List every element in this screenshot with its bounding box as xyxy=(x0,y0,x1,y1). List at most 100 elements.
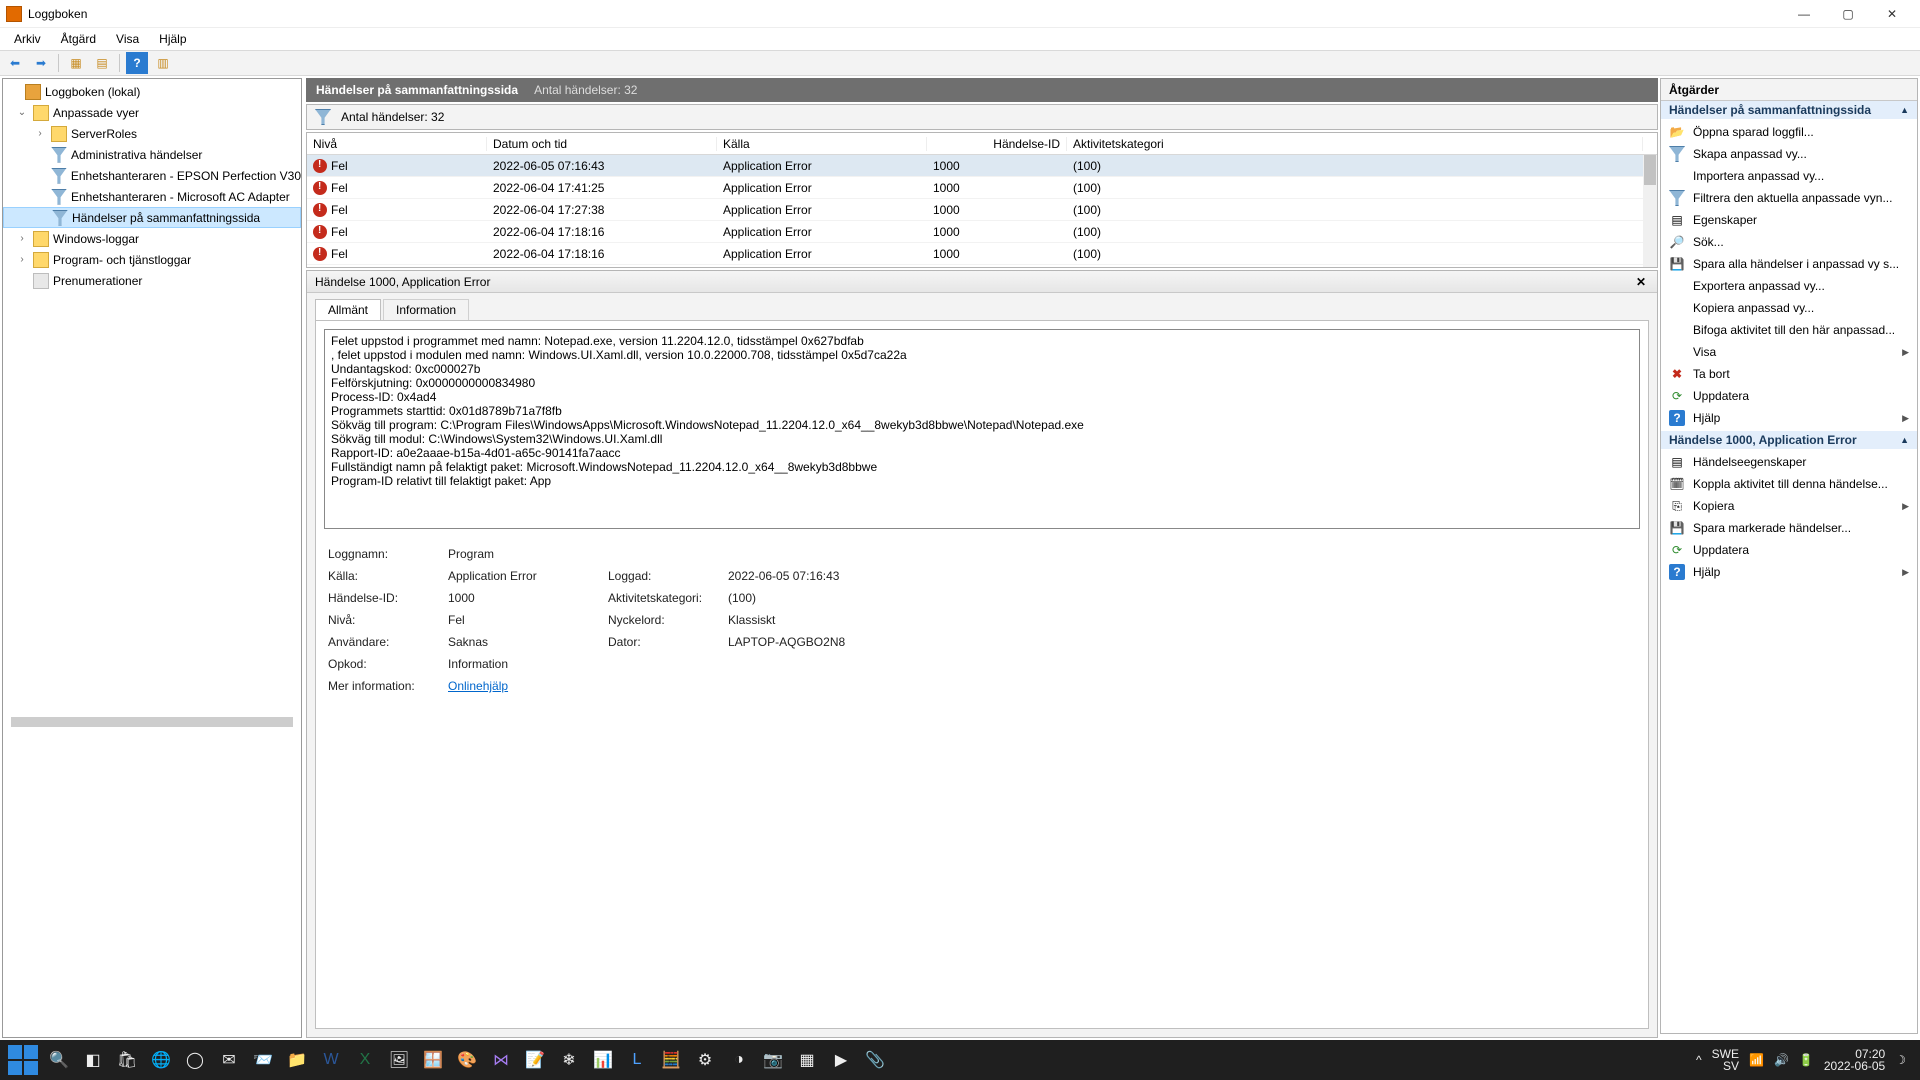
event-row[interactable]: Fel2022-06-04 17:18:16Application Error1… xyxy=(307,221,1657,243)
taskbar-mail-icon[interactable]: ✉ xyxy=(214,1045,244,1075)
tray-wifi-icon[interactable]: 📶 xyxy=(1749,1053,1764,1067)
window-title: Loggboken xyxy=(28,7,87,21)
taskbar-app-icon[interactable]: ◑ xyxy=(724,1045,754,1075)
action-save-selected[interactable]: 💾Spara markerade händelser... xyxy=(1661,517,1917,539)
action-help2[interactable]: ?Hjälp▶ xyxy=(1661,561,1917,583)
taskbar-outlook-icon[interactable]: 📨 xyxy=(248,1045,278,1075)
taskbar-chrome-icon[interactable]: ◯ xyxy=(180,1045,210,1075)
event-row[interactable]: Fel2022-06-04 17:18:16Application Error1… xyxy=(307,243,1657,265)
minimize-button[interactable]: — xyxy=(1782,0,1826,28)
taskbar-app-icon[interactable]: 📊 xyxy=(588,1045,618,1075)
taskbar-camera-icon[interactable]: 📷 xyxy=(758,1045,788,1075)
taskbar-edge-icon[interactable]: 🌐 xyxy=(146,1045,176,1075)
online-help-link[interactable]: Onlinehjälp xyxy=(448,679,508,693)
start-button[interactable] xyxy=(8,1045,38,1075)
action-attach-task[interactable]: Bifoga aktivitet till den här anpassad..… xyxy=(1661,319,1917,341)
grid-scroll-thumb[interactable] xyxy=(1644,155,1656,185)
tile-icon[interactable]: ▥ xyxy=(152,52,174,74)
tree-windows-logs[interactable]: › Windows-loggar xyxy=(3,228,301,249)
filter-icon[interactable] xyxy=(315,109,331,125)
cell-date: 2022-06-04 17:18:16 xyxy=(487,247,717,261)
help-icon[interactable]: ? xyxy=(126,52,148,74)
tray-battery-icon[interactable]: 🔋 xyxy=(1799,1053,1814,1067)
nav-forward-button[interactable]: ➡ xyxy=(30,52,52,74)
action-delete[interactable]: ✖Ta bort xyxy=(1661,363,1917,385)
tree-app-logs[interactable]: › Program- och tjänstloggar xyxy=(3,249,301,270)
action-import-custom-view[interactable]: Importera anpassad vy... xyxy=(1661,165,1917,187)
col-date[interactable]: Datum och tid xyxy=(487,137,717,151)
grid-scrollbar[interactable] xyxy=(1643,155,1657,267)
action-filter-current[interactable]: Filtrera den aktuella anpassade vyn... xyxy=(1661,187,1917,209)
tray-volume-icon[interactable]: 🔊 xyxy=(1774,1053,1789,1067)
event-row[interactable]: Fel2022-06-04 17:41:25Application Error1… xyxy=(307,177,1657,199)
action-refresh2[interactable]: ⟳Uppdatera xyxy=(1661,539,1917,561)
col-source[interactable]: Källa xyxy=(717,137,927,151)
action-export-custom[interactable]: Exportera anpassad vy... xyxy=(1661,275,1917,297)
action-properties[interactable]: ▤Egenskaper xyxy=(1661,209,1917,231)
taskbar-settings-icon[interactable]: ⚙ xyxy=(690,1045,720,1075)
action-create-custom-view[interactable]: Skapa anpassad vy... xyxy=(1661,143,1917,165)
menu-arkiv[interactable]: Arkiv xyxy=(4,30,51,48)
tray-date[interactable]: 2022-06-05 xyxy=(1824,1060,1885,1072)
actions-group1-header[interactable]: Händelser på sammanfattningssida ▲ xyxy=(1661,101,1917,119)
taskbar-word-icon[interactable]: W xyxy=(316,1045,346,1075)
tree-subscriptions[interactable]: Prenumerationer xyxy=(3,270,301,291)
col-event-id[interactable]: Händelse-ID xyxy=(927,137,1067,151)
taskbar-notepad-icon[interactable]: 📝 xyxy=(520,1045,550,1075)
tree-custom-views[interactable]: ⌄ Anpassade vyer xyxy=(3,102,301,123)
taskbar-store-icon[interactable]: 🛍 xyxy=(112,1045,142,1075)
col-level[interactable]: Nivå xyxy=(307,137,487,151)
action-copy-custom[interactable]: Kopiera anpassad vy... xyxy=(1661,297,1917,319)
tree-devmgr-epson[interactable]: Enhetshanteraren - EPSON Perfection V30 xyxy=(3,165,301,186)
tree-devmgr-ac[interactable]: Enhetshanteraren - Microsoft AC Adapter xyxy=(3,186,301,207)
action-help[interactable]: ?Hjälp▶ xyxy=(1661,407,1917,429)
taskbar-app-icon[interactable]: ❄ xyxy=(554,1045,584,1075)
taskbar-search-icon[interactable]: 🔍 xyxy=(44,1045,74,1075)
maximize-button[interactable]: ▢ xyxy=(1826,0,1870,28)
menu-atgard[interactable]: Åtgärd xyxy=(51,30,106,48)
preview-pane-icon[interactable]: ▦ xyxy=(65,52,87,74)
action-view[interactable]: Visa▶ xyxy=(1661,341,1917,363)
action-find[interactable]: 🔎Sök... xyxy=(1661,231,1917,253)
tree-horizontal-scrollbar[interactable] xyxy=(11,717,293,727)
taskbar-excel-icon[interactable]: X xyxy=(350,1045,380,1075)
taskbar-vs-icon[interactable]: ⋈ xyxy=(486,1045,516,1075)
taskbar-app-icon[interactable]: 📎 xyxy=(860,1045,890,1075)
tree-admin-events[interactable]: Administrativa händelser xyxy=(3,144,301,165)
action-refresh[interactable]: ⟳Uppdatera xyxy=(1661,385,1917,407)
tree-summary-events[interactable]: Händelser på sammanfattningssida xyxy=(3,207,301,228)
menu-hjalp[interactable]: Hjälp xyxy=(149,30,196,48)
event-row[interactable]: Fel2022-06-04 17:27:38Application Error1… xyxy=(307,199,1657,221)
detail-close-button[interactable]: ✕ xyxy=(1633,274,1649,290)
action-copy[interactable]: ⎘Kopiera▶ xyxy=(1661,495,1917,517)
tray-notifications-icon[interactable]: ☽ xyxy=(1895,1053,1906,1067)
tray-lang2[interactable]: SV xyxy=(1712,1060,1739,1072)
taskbar-paint-icon[interactable]: 🎨 xyxy=(452,1045,482,1075)
tab-general[interactable]: Allmänt xyxy=(315,299,381,320)
action-open-saved-log[interactable]: 📂Öppna sparad loggfil... xyxy=(1661,121,1917,143)
action-attach-task-event[interactable]: 🗓Koppla aktivitet till denna händelse... xyxy=(1661,473,1917,495)
cell-source: Application Error xyxy=(717,225,927,239)
menu-visa[interactable]: Visa xyxy=(106,30,149,48)
taskbar-app-icon[interactable]: ▦ xyxy=(792,1045,822,1075)
action-save-all[interactable]: 💾Spara alla händelser i anpassad vy s... xyxy=(1661,253,1917,275)
taskbar-taskview-icon[interactable]: ◧ xyxy=(78,1045,108,1075)
event-row[interactable]: Fel2022-06-05 07:16:43Application Error1… xyxy=(307,155,1657,177)
tray-chevron-icon[interactable]: ^ xyxy=(1696,1053,1702,1067)
taskbar-app-icon[interactable]: 🪟 xyxy=(418,1045,448,1075)
nav-back-button[interactable]: ⬅ xyxy=(4,52,26,74)
taskbar-app-icon[interactable]: L xyxy=(622,1045,652,1075)
taskbar-calc-icon[interactable]: 🧮 xyxy=(656,1045,686,1075)
event-message[interactable]: Felet uppstod i programmet med namn: Not… xyxy=(324,329,1640,529)
tab-information[interactable]: Information xyxy=(383,299,469,320)
properties-icon[interactable]: ▤ xyxy=(91,52,113,74)
action-event-properties[interactable]: ▤Händelseegenskaper xyxy=(1661,451,1917,473)
taskbar-app-icon[interactable]: 🖼 xyxy=(384,1045,414,1075)
taskbar-media-icon[interactable]: ▶ xyxy=(826,1045,856,1075)
actions-group2-header[interactable]: Händelse 1000, Application Error ▲ xyxy=(1661,431,1917,449)
close-button[interactable]: ✕ xyxy=(1870,0,1914,28)
tree-root[interactable]: Loggboken (lokal) xyxy=(3,81,301,102)
taskbar-explorer-icon[interactable]: 📁 xyxy=(282,1045,312,1075)
col-task[interactable]: Aktivitetskategori xyxy=(1067,137,1643,151)
tree-server-roles[interactable]: › ServerRoles xyxy=(3,123,301,144)
